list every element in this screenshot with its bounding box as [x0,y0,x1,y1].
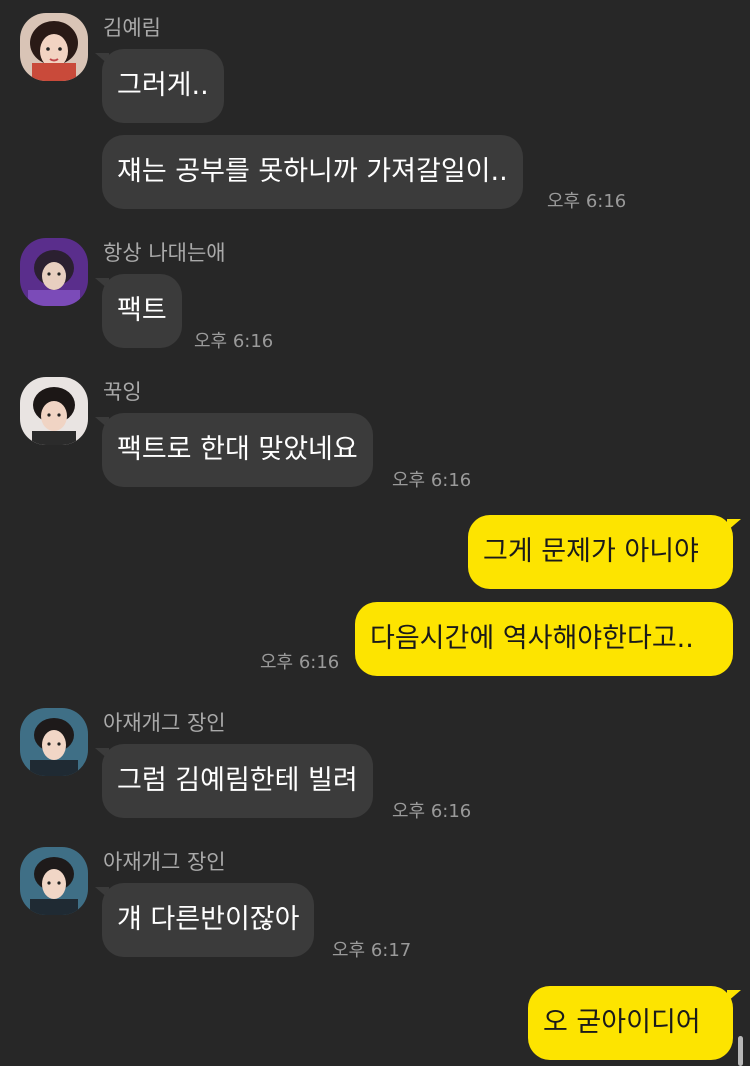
avatar-icon[interactable] [20,708,88,776]
sender-name: 김예림 [103,16,161,40]
my-message-bubble[interactable]: 오 굳아이디어 [528,986,733,1060]
message-bubble[interactable]: 팩트 [102,274,182,348]
message-time: 오후 6:16 [260,652,340,673]
message-time: 오후 6:16 [392,470,472,491]
sender-name: 아재개그 장인 [103,850,226,874]
avatar-icon[interactable] [20,238,88,306]
sender-name: 항상 나대는애 [103,241,226,265]
scrollbar[interactable] [738,1036,743,1066]
message-time: 오후 6:16 [547,191,627,212]
avatar-icon[interactable] [20,847,88,915]
avatar-icon[interactable] [20,13,88,81]
message-time: 오후 6:17 [332,940,412,961]
message-bubble[interactable]: 그럼 김예림한테 빌려 [102,744,373,818]
message-time: 오후 6:16 [194,331,274,352]
my-message-bubble[interactable]: 다음시간에 역사해야한다고.. [355,602,733,676]
message-bubble[interactable]: 그러게.. [102,49,224,123]
message-bubble[interactable]: 걔 다른반이잖아 [102,883,315,957]
sender-name: 아재개그 장인 [103,711,226,735]
message-time: 오후 6:16 [392,801,472,822]
message-bubble[interactable]: 쟤는 공부를 못하니까 가져갈일이.. [102,135,523,209]
my-message-bubble[interactable]: 그게 문제가 아니야 [468,515,733,589]
chat-room: 김예림 그러게.. 쟤는 공부를 못하니까 가져갈일이.. 오후 6:16 항상… [0,0,750,1066]
sender-name: 꾹잉 [103,380,142,404]
avatar-icon[interactable] [20,377,88,445]
message-bubble[interactable]: 팩트로 한대 맞았네요 [102,413,373,487]
